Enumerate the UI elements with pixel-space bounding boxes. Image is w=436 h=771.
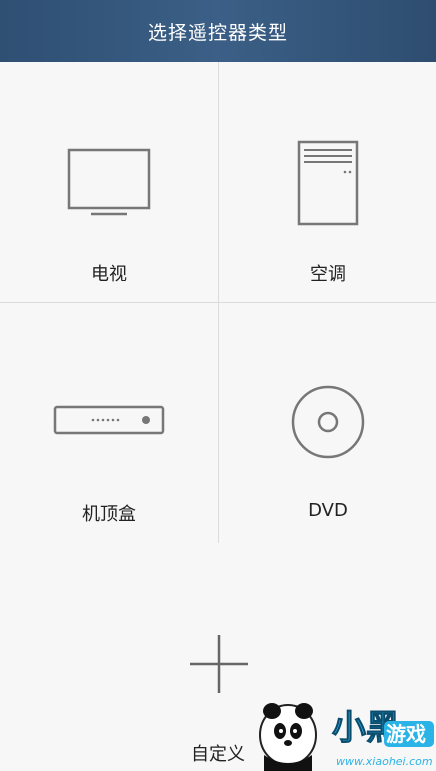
device-tv-button[interactable]: 电视 (0, 62, 218, 302)
app-header: 选择遥控器类型 (0, 0, 436, 62)
dvd-icon (219, 383, 436, 461)
device-tv-label: 电视 (91, 264, 127, 285)
device-set-top-box-label: 机顶盒 (82, 504, 136, 525)
device-dvd-label: DVD (308, 500, 348, 521)
device-set-top-box-button[interactable]: 机顶盒 (0, 303, 218, 543)
panda-mascot-icon: 小黑 游戏 www.xiaohei.com (259, 703, 434, 771)
tv-icon (0, 148, 218, 218)
svg-text:www.xiaohei.com: www.xiaohei.com (336, 755, 433, 768)
svg-text:游戏: 游戏 (386, 722, 426, 746)
device-air-conditioner-label: 空调 (310, 264, 346, 285)
watermark-logo: 小黑 游戏 www.xiaohei.com (236, 691, 436, 771)
grid-divider-horizontal (0, 302, 436, 303)
device-air-conditioner-button[interactable]: 空调 (219, 62, 436, 302)
device-dvd-button[interactable]: DVD (219, 303, 436, 543)
set-top-box-icon (0, 403, 218, 437)
page-title: 选择遥控器类型 (147, 21, 288, 44)
plus-icon (188, 633, 250, 695)
air-conditioner-icon (219, 140, 436, 226)
